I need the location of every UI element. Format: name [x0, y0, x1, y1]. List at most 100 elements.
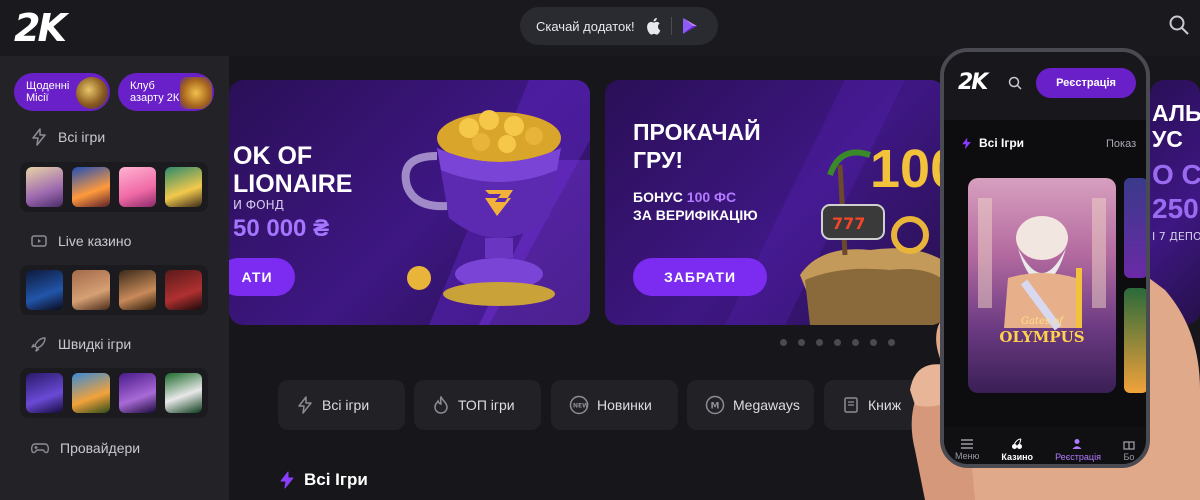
game-thumbnail[interactable]	[118, 167, 156, 207]
bonus-suffix: ЗА ВЕРИФІКАЦІЮ	[633, 207, 758, 223]
carousel-dot[interactable]	[888, 339, 895, 346]
game-thumbnail[interactable]	[26, 167, 64, 207]
game-thumbnail[interactable]	[164, 167, 202, 207]
game-card-partial[interactable]	[1124, 178, 1146, 278]
sidebar-item-fast-games[interactable]: Швидкі ігри	[30, 335, 131, 353]
nav-casino[interactable]: Казино	[1001, 438, 1033, 462]
phone-mockup: 2K Реєстрація Всі Ігри Показ Gates of OL…	[940, 48, 1150, 468]
sidebar-item-all-games[interactable]: Всі ігри	[30, 128, 105, 146]
carousel-dots	[780, 339, 895, 346]
game-thumbnail[interactable]	[118, 270, 156, 310]
game-thumbnail[interactable]	[72, 167, 110, 207]
banner-amount: 50 000 ₴	[233, 215, 330, 242]
banner-big-text: О С 250	[1152, 159, 1200, 224]
shield-icon	[76, 77, 108, 109]
carousel-dot[interactable]	[852, 339, 859, 346]
banner-note: І 7 ДЕПО	[1152, 230, 1200, 243]
zeus-image	[978, 198, 1106, 331]
nav-label: Бо	[1123, 451, 1135, 462]
daily-missions-button[interactable]: Щоденні Місії	[14, 73, 110, 111]
lightning-icon	[962, 137, 971, 149]
megaways-icon: M	[705, 395, 725, 415]
sidebar-item-label: Швидкі ігри	[58, 336, 132, 352]
banner-title: OK OF LIONAIRE	[233, 142, 353, 198]
phone-show-link[interactable]: Показ	[1106, 138, 1136, 150]
game-thumbnail[interactable]	[164, 373, 202, 413]
svg-text:777: 777	[832, 214, 865, 233]
category-all-games[interactable]: Всі ігри	[278, 380, 405, 430]
search-icon[interactable]	[1168, 14, 1190, 36]
sidebar-item-label: Live казино	[58, 233, 132, 249]
category-top-games[interactable]: ТОП ігри	[414, 380, 541, 430]
nav-register[interactable]: Реєстрація	[1055, 438, 1101, 462]
sidebar-item-label: Провайдери	[60, 440, 141, 456]
svg-text:M: M	[711, 402, 720, 412]
phone-all-games[interactable]: Всі Ігри	[960, 136, 1024, 150]
google-play-icon[interactable]	[682, 17, 698, 35]
category-label: Всі ігри	[322, 397, 370, 413]
carousel-dot[interactable]	[816, 339, 823, 346]
sidebar-item-live-casino[interactable]: Live казино	[30, 232, 131, 250]
carousel-dot[interactable]	[780, 339, 787, 346]
games-row-fast	[20, 368, 208, 418]
phone-logo[interactable]: 2K	[958, 70, 988, 95]
carousel-dot[interactable]	[870, 339, 877, 346]
sidebar-item-label: Всі ігри	[58, 129, 106, 145]
logo[interactable]: 2K	[14, 6, 67, 50]
game-title-top: Gates of	[1021, 316, 1063, 327]
phone-register-button[interactable]: Реєстрація	[1036, 68, 1136, 98]
carousel-dot[interactable]	[834, 339, 841, 346]
game-card-partial[interactable]	[1124, 288, 1146, 393]
banner-title: АЛЬН УС	[1152, 100, 1200, 152]
phone-header: 2K Реєстрація	[944, 52, 1146, 120]
category-megaways[interactable]: M Megaways	[687, 380, 814, 430]
carousel-dot[interactable]	[798, 339, 805, 346]
nav-menu[interactable]: Меню	[955, 438, 980, 461]
section-title: Всі Ігри	[278, 470, 368, 490]
section-title-label: Всі Ігри	[304, 470, 368, 489]
gift-icon	[1123, 440, 1135, 450]
rocket-icon	[31, 337, 46, 352]
game-card-olympus[interactable]: Gates of OLYMPUS	[968, 178, 1116, 393]
category-label: Книж	[868, 397, 902, 413]
category-label: ТОП ігри	[458, 397, 515, 413]
menu-icon	[961, 438, 974, 449]
cherries-icon	[1012, 438, 1023, 449]
banner-bonus: БОНУС 100 ФС ЗА ВЕРИФІКАЦІЮ	[633, 188, 758, 224]
live-tv-icon	[31, 235, 47, 247]
games-row-live	[20, 265, 208, 315]
trophy-icon	[401, 110, 561, 306]
banner-title: ПРОКАЧАЙ ГРУ!	[633, 119, 761, 173]
phone-bottom-nav: Меню Казино Реєстрація Бо	[944, 427, 1146, 464]
nav-label: Реєстрація	[1055, 451, 1101, 462]
nav-bonus[interactable]: Бо	[1123, 438, 1135, 462]
divider	[670, 17, 672, 35]
promo-banner-millionaire[interactable]: OK OF LIONAIRE И ФОНД 50 000 ₴ АТИ	[229, 80, 590, 325]
game-thumbnail[interactable]	[26, 270, 64, 310]
club-button[interactable]: Клуб азарту 2К	[118, 73, 214, 111]
category-label: Новинки	[597, 397, 652, 413]
banner-subtitle: И ФОНД	[233, 198, 284, 212]
phone-all-games-label: Всі Ігри	[979, 136, 1025, 150]
banner-claim-button[interactable]: ЗАБРАТИ	[633, 258, 767, 296]
app-download-label: Скачай додаток!	[536, 18, 635, 34]
game-thumbnail[interactable]	[164, 270, 202, 310]
promo-banner-verification[interactable]: ПРОКАЧАЙ ГРУ! БОНУС 100 ФС ЗА ВЕРИФІКАЦІ…	[605, 80, 945, 325]
lightning-icon	[32, 128, 46, 146]
nav-label: Казино	[1001, 451, 1034, 462]
app-download-pill[interactable]: Скачай додаток!	[520, 7, 718, 45]
svg-text:NEW: NEW	[573, 403, 589, 410]
game-thumbnail[interactable]	[72, 373, 110, 413]
game-thumbnail[interactable]	[118, 373, 156, 413]
search-icon[interactable]	[1008, 76, 1022, 90]
bonus-prefix: БОНУС	[633, 189, 687, 205]
nav-label: Меню	[955, 450, 980, 461]
game-thumbnail[interactable]	[26, 373, 64, 413]
apple-icon[interactable]	[645, 17, 661, 35]
sidebar-item-providers[interactable]: Провайдери	[30, 439, 140, 457]
game-thumbnail[interactable]	[72, 270, 110, 310]
banner-claim-button[interactable]: АТИ	[229, 258, 295, 296]
sidebar: Щоденні Місії Клуб азарту 2К Всі ігри Li…	[0, 56, 229, 500]
book-icon	[844, 397, 858, 413]
category-new[interactable]: NEW Новинки	[551, 380, 678, 430]
